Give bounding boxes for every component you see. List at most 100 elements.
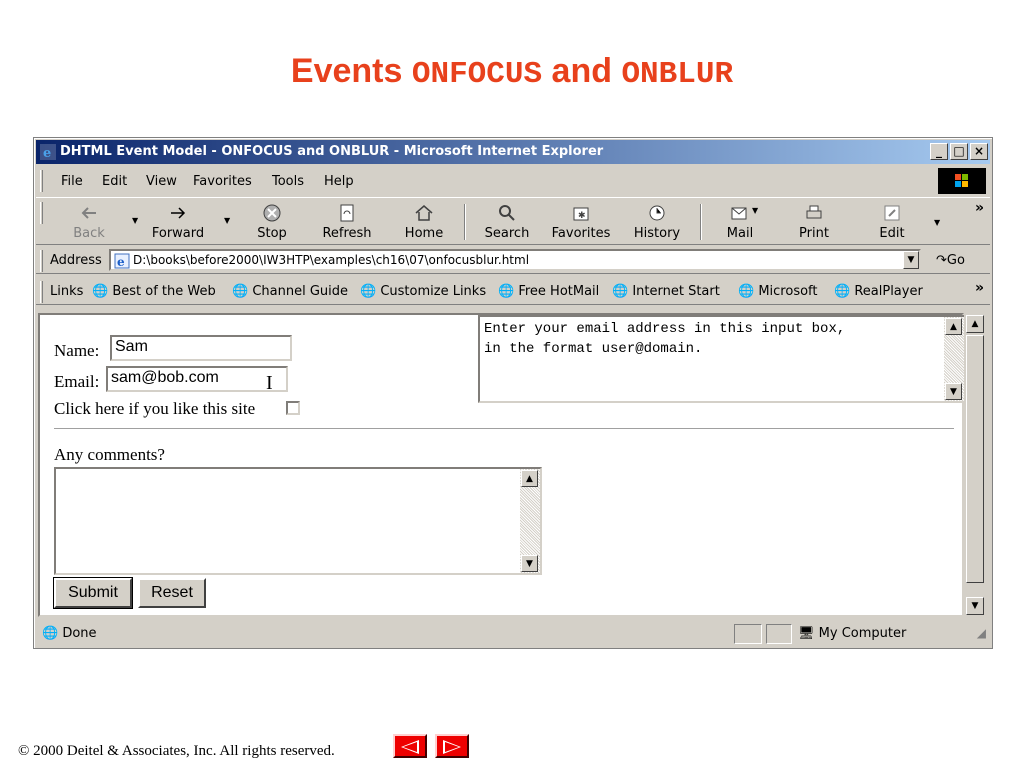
toolbar-separator bbox=[700, 204, 702, 240]
forward-dropdown-icon[interactable]: ▼ bbox=[224, 216, 230, 225]
link-customize-links[interactable]: 🌐 Customize Links bbox=[360, 284, 486, 299]
address-grip bbox=[40, 250, 43, 272]
stop-button[interactable]: Stop bbox=[250, 202, 294, 241]
name-input[interactable]: Sam bbox=[110, 335, 292, 361]
scroll-down-icon[interactable]: ▼ bbox=[966, 597, 984, 615]
scroll-up-icon[interactable]: ▲ bbox=[945, 318, 962, 335]
mail-label: Mail bbox=[726, 226, 754, 241]
edit-button[interactable]: Edit bbox=[874, 202, 910, 241]
resize-grip-icon[interactable]: ◢ bbox=[977, 626, 986, 640]
like-checkbox[interactable] bbox=[286, 401, 300, 415]
status-label: Done bbox=[62, 626, 97, 641]
mail-dropdown-icon[interactable]: ▼ bbox=[752, 206, 758, 215]
scroll-up-icon[interactable]: ▲ bbox=[966, 315, 984, 333]
link-label: RealPlayer bbox=[854, 284, 923, 299]
print-label: Print bbox=[799, 226, 829, 241]
link-label: Best of the Web bbox=[112, 284, 216, 299]
favorites-icon: ✱ bbox=[573, 207, 589, 221]
address-input[interactable]: e D:\books\before2000\IW3HTP\examples\ch… bbox=[109, 249, 921, 271]
comments-label: Any comments? bbox=[54, 445, 165, 464]
link-free-hotmail[interactable]: 🌐 Free HotMail bbox=[498, 284, 599, 299]
links-chevron-icon[interactable]: » bbox=[975, 280, 984, 296]
forward-arrow-icon bbox=[171, 207, 186, 219]
link-microsoft[interactable]: 🌐 Microsoft bbox=[738, 284, 818, 299]
standard-toolbar: Back ▼ Forward ▼ Stop Refresh Home Searc… bbox=[36, 197, 990, 245]
refresh-label: Refresh bbox=[322, 226, 372, 241]
my-computer-icon: 🖥 bbox=[798, 626, 815, 641]
scroll-down-icon[interactable]: ▼ bbox=[945, 383, 962, 400]
ie-link-icon: 🌐 bbox=[92, 284, 109, 299]
help-scrollbar[interactable]: ▲ ▼ bbox=[944, 317, 964, 401]
menu-grip bbox=[40, 170, 43, 192]
favorites-button[interactable]: ✱ Favorites bbox=[550, 202, 612, 241]
ie-page-icon: e bbox=[114, 253, 130, 269]
home-icon bbox=[415, 205, 433, 221]
scroll-thumb[interactable] bbox=[966, 335, 984, 583]
maximize-button[interactable]: □ bbox=[950, 143, 968, 160]
zone-label: My Computer bbox=[818, 626, 907, 641]
search-icon bbox=[499, 205, 515, 221]
links-grip bbox=[40, 281, 43, 303]
close-button[interactable]: × bbox=[970, 143, 988, 160]
print-button[interactable]: Print bbox=[796, 202, 832, 241]
links-bar: Links 🌐 Best of the Web 🌐 Channel Guide … bbox=[36, 277, 990, 305]
edit-icon bbox=[884, 205, 900, 221]
window-titlebar[interactable]: e DHTML Event Model - ONFOCUS and ONBLUR… bbox=[36, 140, 990, 164]
name-label: Name: bbox=[54, 341, 100, 360]
toolbar-chevron-icon[interactable]: » bbox=[975, 200, 984, 216]
menu-tools[interactable]: Tools bbox=[272, 174, 304, 189]
slide-title: Events ONFOCUS and ONBLUR bbox=[0, 52, 1024, 92]
ie-status-icon: 🌐 bbox=[42, 626, 59, 641]
next-slide-button[interactable] bbox=[435, 734, 469, 758]
page-scrollbar[interactable]: ▲ ▼ bbox=[964, 313, 986, 617]
favorites-label: Favorites bbox=[551, 226, 611, 241]
ie-link-icon: 🌐 bbox=[834, 284, 851, 299]
link-best-of-the-web[interactable]: 🌐 Best of the Web bbox=[92, 284, 216, 299]
scroll-down-icon[interactable]: ▼ bbox=[521, 555, 538, 572]
ie-link-icon: 🌐 bbox=[360, 284, 377, 299]
submit-button[interactable]: Submit bbox=[53, 577, 133, 609]
home-button[interactable]: Home bbox=[402, 202, 446, 241]
reset-button[interactable]: Reset bbox=[138, 578, 206, 608]
back-label: Back bbox=[73, 226, 105, 241]
link-realplayer[interactable]: 🌐 RealPlayer bbox=[834, 284, 923, 299]
refresh-button[interactable]: Refresh bbox=[318, 202, 376, 241]
back-button[interactable]: Back bbox=[64, 202, 114, 241]
edit-dropdown-icon[interactable]: ▼ bbox=[934, 218, 940, 227]
status-pane bbox=[766, 624, 792, 644]
search-button[interactable]: Search bbox=[482, 202, 532, 241]
left-arrow-icon bbox=[401, 740, 419, 754]
back-dropdown-icon[interactable]: ▼ bbox=[132, 216, 138, 225]
link-internet-start[interactable]: 🌐 Internet Start bbox=[612, 284, 720, 299]
scroll-up-icon[interactable]: ▲ bbox=[521, 470, 538, 487]
help-textarea[interactable]: Enter your email address in this input b… bbox=[478, 315, 966, 403]
title-code-onblur: ONBLUR bbox=[621, 57, 734, 92]
menu-favorites[interactable]: Favorites bbox=[193, 174, 252, 189]
menu-edit[interactable]: Edit bbox=[102, 174, 127, 189]
previous-slide-button[interactable] bbox=[393, 734, 427, 758]
menu-file[interactable]: File bbox=[61, 174, 83, 189]
link-label: Customize Links bbox=[380, 284, 487, 299]
windows-logo-icon bbox=[938, 168, 986, 194]
mail-icon bbox=[731, 207, 747, 220]
go-button[interactable]: ↷Go bbox=[936, 253, 965, 268]
history-button[interactable]: History bbox=[632, 202, 682, 241]
menu-bar: File Edit View Favorites Tools Help bbox=[36, 166, 990, 196]
like-label: Click here if you like this site bbox=[54, 399, 256, 418]
address-dropdown-icon[interactable]: ▼ bbox=[903, 251, 919, 269]
comments-scrollbar[interactable]: ▲ ▼ bbox=[520, 469, 540, 573]
ie-link-icon: 🌐 bbox=[738, 284, 755, 299]
minimize-button[interactable]: _ bbox=[930, 143, 948, 160]
forward-button[interactable]: Forward bbox=[148, 202, 208, 241]
status-text: 🌐 Done bbox=[42, 626, 97, 641]
title-text-and: and bbox=[551, 52, 612, 90]
svg-text:e: e bbox=[43, 146, 51, 160]
email-input[interactable]: sam@bob.com bbox=[106, 366, 288, 392]
email-label: Email: bbox=[54, 372, 100, 391]
link-channel-guide[interactable]: 🌐 Channel Guide bbox=[232, 284, 348, 299]
menu-view[interactable]: View bbox=[146, 174, 177, 189]
menu-help[interactable]: Help bbox=[324, 174, 354, 189]
address-value: D:\books\before2000\IW3HTP\examples\ch16… bbox=[133, 253, 530, 267]
title-text-events: Events bbox=[290, 52, 403, 90]
comments-textarea[interactable]: ▲ ▼ bbox=[54, 467, 542, 575]
